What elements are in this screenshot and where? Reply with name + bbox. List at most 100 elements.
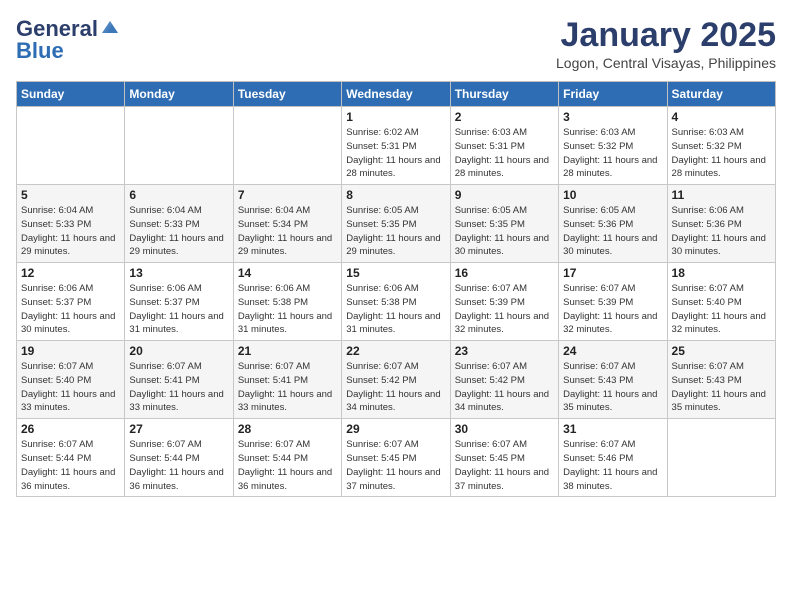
col-wednesday: Wednesday bbox=[342, 82, 450, 107]
day-number: 8 bbox=[346, 188, 445, 202]
day-info: Sunrise: 6:07 AM Sunset: 5:43 PM Dayligh… bbox=[563, 360, 662, 415]
calendar-cell: 21 Sunrise: 6:07 AM Sunset: 5:41 PM Dayli… bbox=[233, 341, 341, 419]
calendar-cell: 9 Sunrise: 6:05 AM Sunset: 5:35 PM Daylig… bbox=[450, 185, 558, 263]
calendar-cell bbox=[17, 107, 125, 185]
calendar-cell: 19 Sunrise: 6:07 AM Sunset: 5:40 PM Dayli… bbox=[17, 341, 125, 419]
calendar-cell: 30Sunrise: 6:07 AM Sunset: 5:45 PM Dayli… bbox=[450, 419, 558, 497]
day-info: Sunrise: 6:07 AM Sunset: 5:44 PM Dayligh… bbox=[238, 438, 337, 493]
day-number: 24 bbox=[563, 344, 662, 358]
day-number: 11 bbox=[672, 188, 771, 202]
col-tuesday: Tuesday bbox=[233, 82, 341, 107]
calendar-cell: 24 Sunrise: 6:07 AM Sunset: 5:43 PM Dayli… bbox=[559, 341, 667, 419]
day-number: 23 bbox=[455, 344, 554, 358]
day-info: Sunrise: 6:07 AM Sunset: 5:44 PM Dayligh… bbox=[21, 438, 120, 493]
day-number: 29 bbox=[346, 422, 445, 436]
col-saturday: Saturday bbox=[667, 82, 775, 107]
day-info: Sunrise: 6:07 AM Sunset: 5:41 PM Dayligh… bbox=[129, 360, 228, 415]
calendar-cell: 10 Sunrise: 6:05 AM Sunset: 5:36 PM Dayli… bbox=[559, 185, 667, 263]
day-info: Sunrise: 6:07 AM Sunset: 5:44 PM Dayligh… bbox=[129, 438, 228, 493]
calendar-table: Sunday Monday Tuesday Wednesday Thursday… bbox=[16, 81, 776, 497]
day-info: Sunrise: 6:03 AM Sunset: 5:32 PM Dayligh… bbox=[672, 126, 771, 181]
day-number: 22 bbox=[346, 344, 445, 358]
calendar-cell: 14 Sunrise: 6:06 AM Sunset: 5:38 PM Dayli… bbox=[233, 263, 341, 341]
page-header: General Blue January 2025 Logon, Central… bbox=[16, 16, 776, 71]
day-number: 13 bbox=[129, 266, 228, 280]
day-info: Sunrise: 6:04 AM Sunset: 5:33 PM Dayligh… bbox=[129, 204, 228, 259]
day-info: Sunrise: 6:04 AM Sunset: 5:34 PM Dayligh… bbox=[238, 204, 337, 259]
day-info: Sunrise: 6:07 AM Sunset: 5:40 PM Dayligh… bbox=[21, 360, 120, 415]
day-number: 20 bbox=[129, 344, 228, 358]
calendar-cell bbox=[125, 107, 233, 185]
day-number: 5 bbox=[21, 188, 120, 202]
calendar-week-row: 1 Sunrise: 6:02 AM Sunset: 5:31 PM Daylig… bbox=[17, 107, 776, 185]
calendar-cell: 28 Sunrise: 6:07 AM Sunset: 5:44 PM Dayli… bbox=[233, 419, 341, 497]
day-number: 28 bbox=[238, 422, 337, 436]
day-number: 16 bbox=[455, 266, 554, 280]
calendar-cell: 16 Sunrise: 6:07 AM Sunset: 5:39 PM Dayli… bbox=[450, 263, 558, 341]
day-info: Sunrise: 6:07 AM Sunset: 5:39 PM Dayligh… bbox=[563, 282, 662, 337]
col-monday: Monday bbox=[125, 82, 233, 107]
day-info: Sunrise: 6:07 AM Sunset: 5:40 PM Dayligh… bbox=[672, 282, 771, 337]
day-number: 10 bbox=[563, 188, 662, 202]
day-info: Sunrise: 6:06 AM Sunset: 5:36 PM Dayligh… bbox=[672, 204, 771, 259]
day-number: 18 bbox=[672, 266, 771, 280]
calendar-cell: 15 Sunrise: 6:06 AM Sunset: 5:38 PM Dayli… bbox=[342, 263, 450, 341]
calendar-cell bbox=[233, 107, 341, 185]
day-number: 12 bbox=[21, 266, 120, 280]
day-info: Sunrise: 6:07 AM Sunset: 5:42 PM Dayligh… bbox=[346, 360, 445, 415]
day-number: 25 bbox=[672, 344, 771, 358]
calendar-cell: 11 Sunrise: 6:06 AM Sunset: 5:36 PM Dayli… bbox=[667, 185, 775, 263]
day-info: Sunrise: 6:04 AM Sunset: 5:33 PM Dayligh… bbox=[21, 204, 120, 259]
calendar-cell: 12Sunrise: 6:06 AM Sunset: 5:37 PM Dayli… bbox=[17, 263, 125, 341]
calendar-week-row: 26 Sunrise: 6:07 AM Sunset: 5:44 PM Dayli… bbox=[17, 419, 776, 497]
calendar-cell: 2 Sunrise: 6:03 AM Sunset: 5:31 PM Daylig… bbox=[450, 107, 558, 185]
title-block: January 2025 Logon, Central Visayas, Phi… bbox=[556, 16, 776, 71]
weekday-header-row: Sunday Monday Tuesday Wednesday Thursday… bbox=[17, 82, 776, 107]
day-info: Sunrise: 6:02 AM Sunset: 5:31 PM Dayligh… bbox=[346, 126, 445, 181]
calendar-week-row: 12Sunrise: 6:06 AM Sunset: 5:37 PM Dayli… bbox=[17, 263, 776, 341]
day-info: Sunrise: 6:07 AM Sunset: 5:43 PM Dayligh… bbox=[672, 360, 771, 415]
logo-blue: Blue bbox=[16, 38, 64, 64]
day-number: 30 bbox=[455, 422, 554, 436]
col-thursday: Thursday bbox=[450, 82, 558, 107]
day-info: Sunrise: 6:05 AM Sunset: 5:35 PM Dayligh… bbox=[455, 204, 554, 259]
logo: General Blue bbox=[16, 16, 120, 64]
calendar-cell: 6 Sunrise: 6:04 AM Sunset: 5:33 PM Daylig… bbox=[125, 185, 233, 263]
calendar-cell: 31 Sunrise: 6:07 AM Sunset: 5:46 PM Dayli… bbox=[559, 419, 667, 497]
calendar-cell: 25 Sunrise: 6:07 AM Sunset: 5:43 PM Dayli… bbox=[667, 341, 775, 419]
calendar-cell: 5 Sunrise: 6:04 AM Sunset: 5:33 PM Daylig… bbox=[17, 185, 125, 263]
calendar-cell: 3Sunrise: 6:03 AM Sunset: 5:32 PM Daylig… bbox=[559, 107, 667, 185]
day-info: Sunrise: 6:07 AM Sunset: 5:39 PM Dayligh… bbox=[455, 282, 554, 337]
day-info: Sunrise: 6:07 AM Sunset: 5:46 PM Dayligh… bbox=[563, 438, 662, 493]
day-info: Sunrise: 6:05 AM Sunset: 5:36 PM Dayligh… bbox=[563, 204, 662, 259]
day-number: 19 bbox=[21, 344, 120, 358]
day-number: 7 bbox=[238, 188, 337, 202]
day-number: 15 bbox=[346, 266, 445, 280]
day-info: Sunrise: 6:07 AM Sunset: 5:41 PM Dayligh… bbox=[238, 360, 337, 415]
calendar-cell: 23 Sunrise: 6:07 AM Sunset: 5:42 PM Dayli… bbox=[450, 341, 558, 419]
calendar-cell: 26 Sunrise: 6:07 AM Sunset: 5:44 PM Dayli… bbox=[17, 419, 125, 497]
calendar-cell: 7 Sunrise: 6:04 AM Sunset: 5:34 PM Daylig… bbox=[233, 185, 341, 263]
day-number: 3 bbox=[563, 110, 662, 124]
col-friday: Friday bbox=[559, 82, 667, 107]
col-sunday: Sunday bbox=[17, 82, 125, 107]
day-info: Sunrise: 6:06 AM Sunset: 5:38 PM Dayligh… bbox=[238, 282, 337, 337]
day-number: 31 bbox=[563, 422, 662, 436]
day-number: 2 bbox=[455, 110, 554, 124]
day-number: 26 bbox=[21, 422, 120, 436]
day-number: 17 bbox=[563, 266, 662, 280]
calendar-cell: 20 Sunrise: 6:07 AM Sunset: 5:41 PM Dayli… bbox=[125, 341, 233, 419]
calendar-cell: 1 Sunrise: 6:02 AM Sunset: 5:31 PM Daylig… bbox=[342, 107, 450, 185]
location-title: Logon, Central Visayas, Philippines bbox=[556, 55, 776, 71]
day-number: 6 bbox=[129, 188, 228, 202]
day-number: 21 bbox=[238, 344, 337, 358]
day-info: Sunrise: 6:03 AM Sunset: 5:31 PM Dayligh… bbox=[455, 126, 554, 181]
calendar-cell: 27Sunrise: 6:07 AM Sunset: 5:44 PM Dayli… bbox=[125, 419, 233, 497]
day-number: 1 bbox=[346, 110, 445, 124]
calendar-week-row: 19 Sunrise: 6:07 AM Sunset: 5:40 PM Dayli… bbox=[17, 341, 776, 419]
day-number: 9 bbox=[455, 188, 554, 202]
day-info: Sunrise: 6:07 AM Sunset: 5:42 PM Dayligh… bbox=[455, 360, 554, 415]
calendar-cell: 29Sunrise: 6:07 AM Sunset: 5:45 PM Dayli… bbox=[342, 419, 450, 497]
day-number: 14 bbox=[238, 266, 337, 280]
day-info: Sunrise: 6:06 AM Sunset: 5:38 PM Dayligh… bbox=[346, 282, 445, 337]
